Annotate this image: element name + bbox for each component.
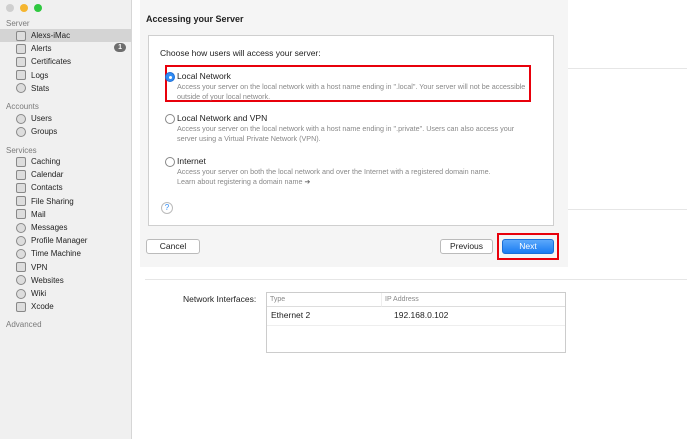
sidebar-item-label: Stats: [31, 83, 50, 93]
network-interfaces-label: Network Interfaces:: [183, 294, 257, 304]
next-button[interactable]: Next: [502, 239, 554, 254]
sidebar-item-label: Users: [31, 114, 52, 123]
option-description: Access your server on the local network …: [177, 124, 515, 143]
sidebar-item-label: Xcode: [31, 302, 54, 312]
option-label: Local Network: [177, 71, 231, 81]
sidebar-item-label: Profile Manager: [31, 236, 88, 246]
sidebar-item-users[interactable]: Users: [0, 112, 131, 125]
help-button[interactable]: ?: [161, 202, 173, 214]
certificate-icon: [16, 56, 26, 67]
column-ip-address[interactable]: IP Address: [382, 293, 565, 307]
setup-sheet: Accessing your Server Choose how users w…: [140, 0, 568, 267]
cancel-button[interactable]: Cancel: [146, 239, 200, 254]
sidebar-item-profile-manager[interactable]: Profile Manager: [0, 234, 131, 247]
prompt-text: Choose how users will access your server…: [160, 48, 321, 58]
sidebar-item-label: Alexs-iMac: [31, 31, 71, 40]
column-type[interactable]: Type: [267, 293, 382, 307]
network-interfaces-table[interactable]: Type IP Address Ethernet 2 192.168.0.102: [266, 292, 566, 353]
option-label: Internet: [177, 156, 206, 166]
sidebar-item-file-sharing[interactable]: File Sharing: [0, 195, 131, 208]
imac-icon: [16, 30, 26, 41]
previous-button[interactable]: Previous: [440, 239, 493, 254]
alerts-badge: 1: [114, 43, 126, 53]
sidebar-item-stats[interactable]: Stats: [0, 82, 131, 95]
profile-manager-icon: [16, 235, 26, 246]
section-advanced[interactable]: Advanced: [6, 320, 42, 329]
radio-local-network[interactable]: [165, 72, 175, 82]
sidebar-item-calendar[interactable]: Calendar: [0, 168, 131, 181]
sidebar-item-label: Logs: [31, 70, 49, 80]
sidebar-item-groups[interactable]: Groups: [0, 125, 131, 138]
user-icon: [16, 113, 26, 124]
sidebar-item-logs[interactable]: Logs: [0, 69, 131, 82]
sidebar-item-label: Contacts: [31, 183, 63, 193]
sidebar-item-label: Mail: [31, 209, 46, 219]
sidebar-item-label: Groups: [31, 127, 58, 137]
section-services: Services: [6, 146, 37, 155]
sidebar-item-websites[interactable]: Websites: [0, 274, 131, 287]
sidebar-item-caching[interactable]: Caching: [0, 155, 131, 168]
group-icon: [16, 126, 26, 137]
sidebar-item-wiki[interactable]: Wiki: [0, 287, 131, 300]
cell-ip: 192.168.0.102: [394, 310, 449, 320]
sidebar-item-label: VPN: [31, 262, 48, 272]
sidebar-item-label: Caching: [31, 157, 61, 166]
sidebar-item-xcode[interactable]: Xcode: [0, 300, 131, 313]
sidebar-item-label: Time Machine: [31, 249, 81, 259]
minimize-button[interactable]: [20, 4, 28, 12]
sidebar-item-certificates[interactable]: Certificates: [0, 55, 131, 68]
option-description: Access your server on the local network …: [177, 82, 526, 101]
options-box: Choose how users will access your server…: [148, 35, 554, 226]
sidebar-item-mail[interactable]: Mail: [0, 208, 131, 221]
contacts-icon: [16, 182, 26, 193]
arrow-circle-icon[interactable]: ➔: [304, 177, 310, 186]
calendar-icon: [16, 169, 26, 180]
sidebar-item-label: Websites: [31, 275, 64, 285]
sidebar-item-label: Alerts: [31, 44, 52, 54]
log-icon: [16, 70, 26, 81]
sidebar-item-time-machine[interactable]: Time Machine: [0, 247, 131, 260]
option-label: Local Network and VPN: [177, 113, 268, 123]
sidebar-item-messages[interactable]: Messages: [0, 221, 131, 234]
wiki-icon: [16, 288, 26, 299]
lock-icon: [16, 262, 26, 273]
caching-icon: [16, 156, 26, 167]
mail-icon: [16, 209, 26, 220]
sidebar-item-label: File Sharing: [31, 196, 74, 206]
sidebar-item-contacts[interactable]: Contacts: [0, 181, 131, 194]
section-accounts: Accounts: [6, 102, 39, 111]
messages-icon: [16, 222, 26, 233]
sidebar-item-alexs-imac[interactable]: Alexs-iMac: [0, 29, 131, 42]
sidebar-item-label: Certificates: [31, 57, 72, 67]
megaphone-icon: [16, 43, 26, 54]
zoom-button[interactable]: [34, 4, 42, 12]
sidebar: Server Alexs-iMac Alerts 1 Certificates Logs…: [0, 0, 132, 439]
close-button[interactable]: [6, 4, 14, 12]
sidebar-item-alerts[interactable]: Alerts 1: [0, 42, 131, 55]
window-controls: [6, 4, 42, 12]
radio-local-network-vpn[interactable]: [165, 114, 175, 124]
time-machine-icon: [16, 248, 26, 259]
sidebar-item-label: Wiki: [31, 289, 47, 298]
sidebar-item-vpn[interactable]: VPN: [0, 261, 131, 274]
xcode-icon: [16, 301, 26, 312]
cell-type: Ethernet 2: [271, 310, 311, 320]
option-description: Access your server on both the local net…: [177, 167, 491, 186]
sidebar-item-label: Messages: [31, 223, 68, 232]
sheet-title: Accessing your Server: [146, 14, 244, 24]
stats-icon: [16, 83, 26, 94]
folder-icon: [16, 196, 26, 207]
globe-icon: [16, 275, 26, 286]
radio-internet[interactable]: [165, 157, 175, 167]
register-domain-link[interactable]: Learn about registering a domain name: [177, 177, 302, 186]
sidebar-item-label: Calendar: [31, 170, 64, 180]
section-server: Server: [6, 19, 30, 28]
